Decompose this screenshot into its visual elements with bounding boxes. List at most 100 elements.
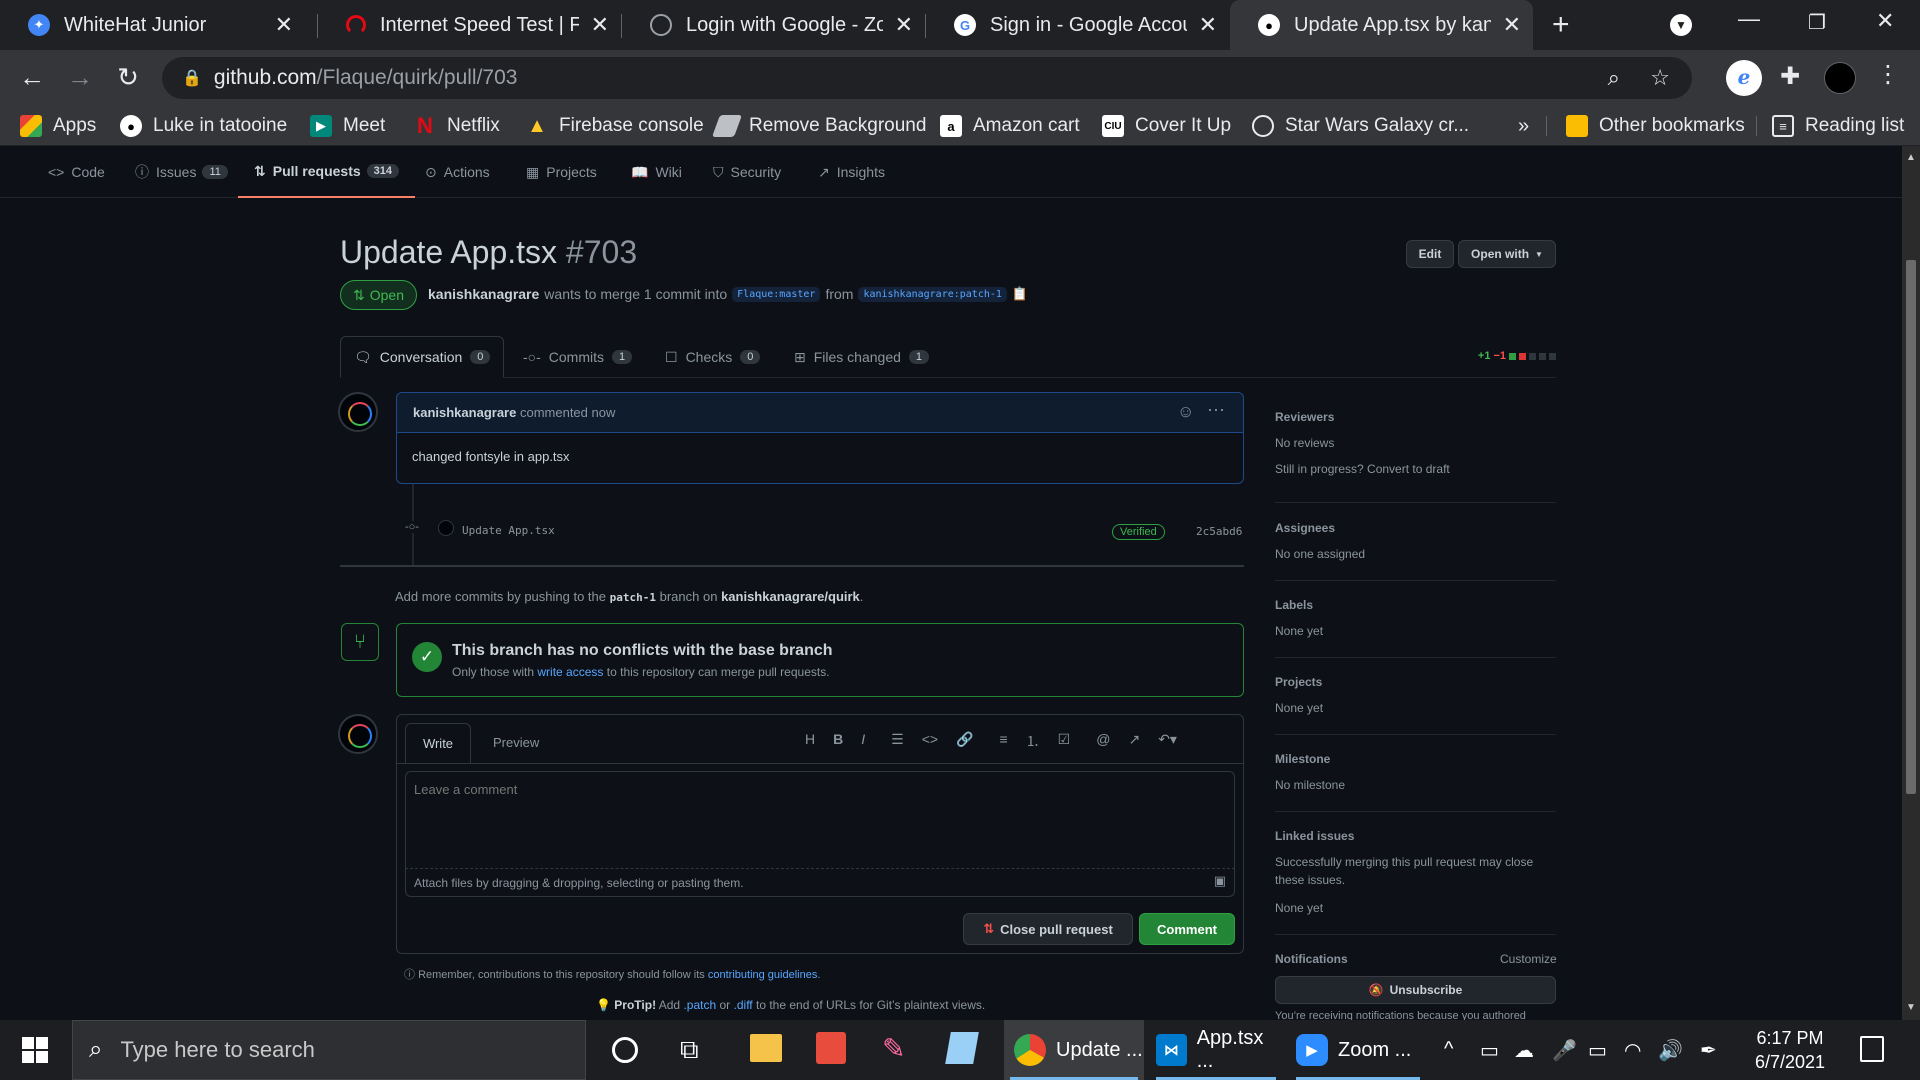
patch-link[interactable]: .patch [683,998,716,1012]
close-tab-icon[interactable]: ✕ [275,12,293,38]
linked-issues-heading[interactable]: Linked issues [1275,829,1354,843]
comment-options-icon[interactable]: ··· [1207,399,1225,420]
projects-heading[interactable]: Projects [1275,675,1322,689]
profile-avatar[interactable] [1824,62,1856,94]
close-pull-request-button[interactable]: ⇅ Close pull request [963,913,1133,945]
zoom-lens-icon[interactable]: ⌕ [1608,65,1620,91]
meet-now-icon[interactable]: ▭ [1480,1038,1499,1063]
bookmark-star-icon[interactable]: ☆ [1650,65,1670,91]
paint-icon[interactable]: ✎ [882,1032,905,1065]
browser-tab-fast[interactable]: Internet Speed Test | Fast.c ✕ [318,0,621,50]
wifi-icon[interactable]: ◠ [1624,1038,1641,1063]
more-bookmarks-chevron[interactable]: » [1518,113,1529,139]
assignees-heading[interactable]: Assignees [1275,521,1335,535]
commit-sha-link[interactable]: 2c5abd6 [1196,525,1242,538]
close-window-icon[interactable]: ✕ [1876,8,1894,34]
browser-tab-whitehat[interactable]: ✦ WhiteHat Junior ✕ [0,0,305,50]
battery-icon[interactable]: ▭ [1588,1038,1607,1063]
back-icon[interactable]: ← [16,62,48,93]
bookmark-cover-it-up[interactable]: CIU Cover It Up [1102,113,1231,139]
comment-author-link[interactable]: kanishkanagrare [413,405,516,420]
copy-clipboard-icon[interactable]: 📋 [1012,286,1028,302]
avatar[interactable] [338,714,378,754]
bookmark-amazon[interactable]: a Amazon cart [940,113,1080,139]
base-branch-ref[interactable]: Flaque:master [732,286,821,302]
address-bar[interactable]: 🔒 github.com/Flaque/quirk/pull/703 ⌕ ☆ [162,57,1692,99]
repo-link[interactable]: kanishkanagrare/quirk [721,589,860,604]
italic-icon[interactable]: I [861,731,865,751]
tab-search-icon[interactable]: ▼ [1670,14,1692,36]
link-icon[interactable]: 🔗 [956,731,973,751]
quote-icon[interactable]: ☰ [891,731,904,751]
tab-conversation[interactable]: 🗨 Conversation 0 [340,336,505,378]
taskbar-zoom[interactable]: ▶ Zoom ... [1290,1020,1426,1080]
comment-submit-button[interactable]: Comment [1139,913,1235,945]
write-tab[interactable]: Write [405,723,471,763]
taskbar-chrome[interactable]: Update ... [1004,1020,1144,1080]
tab-commits[interactable]: -○- Commits 1 [523,336,633,378]
reading-list[interactable]: ≡ Reading list [1772,113,1904,139]
bookmark-star-wars[interactable]: Star Wars Galaxy cr... [1252,113,1469,139]
taskbar-search-box[interactable]: ⌕ Type here to search [72,1020,586,1080]
onedrive-icon[interactable]: ☁ [1514,1038,1534,1063]
file-explorer-icon[interactable] [750,1034,782,1062]
customize-link[interactable]: Customize [1500,952,1557,966]
milestone-heading[interactable]: Milestone [1275,752,1330,766]
code-icon[interactable]: <> [922,731,938,751]
pen-icon[interactable]: ✒ [1700,1038,1717,1063]
pr-author-link[interactable]: kanishkanagrare [428,286,539,302]
repo-nav-actions[interactable]: ⊙ Actions [425,146,490,198]
tab-files-changed[interactable]: ⊞ Files changed 1 [794,336,930,378]
task-list-icon[interactable]: ☑ [1058,731,1071,751]
notification-center-icon[interactable] [1860,1036,1884,1062]
volume-icon[interactable]: 🔊 [1658,1038,1683,1063]
mention-icon[interactable]: @ [1096,731,1110,751]
heading-icon[interactable]: H [805,731,815,751]
tab-checks[interactable]: ☐ Checks 0 [665,336,761,378]
avatar[interactable] [338,392,378,432]
cross-reference-icon[interactable]: ↗ [1128,731,1140,751]
reload-icon[interactable]: ↻ [112,62,144,93]
preview-tab[interactable]: Preview [493,735,539,750]
repo-nav-insights[interactable]: ↗ Insights [818,146,885,198]
windows-start-icon[interactable] [22,1037,48,1063]
microsoft-store-icon[interactable] [816,1032,846,1064]
head-branch-ref[interactable]: kanishkanagrare:patch-1 [858,286,1007,302]
repo-nav-security[interactable]: ⛉ Security [713,146,781,198]
labels-heading[interactable]: Labels [1275,598,1313,612]
browser-tab-zoom-login[interactable]: Login with Google - Zoom ✕ [622,0,925,50]
bold-icon[interactable]: B [833,731,843,751]
extensions-puzzle-icon[interactable]: ✚ [1780,62,1800,91]
browser-tab-github-pr[interactable]: ● Update App.tsx by kanishk ✕ [1230,0,1533,50]
microphone-icon[interactable]: 🎤 [1552,1038,1577,1063]
cortana-icon[interactable] [612,1037,638,1063]
attach-files-bar[interactable]: Attach files by dragging & dropping, sel… [405,869,1235,897]
close-tab-icon[interactable]: ✕ [1199,12,1217,38]
repo-nav-issues[interactable]: ⓘ Issues 11 [135,146,228,198]
add-reaction-icon[interactable]: ☺ [1177,402,1194,422]
numbered-list-icon[interactable]: ⒈ [1026,731,1040,751]
scroll-up-icon[interactable]: ▲ [1906,152,1916,163]
page-scrollbar[interactable]: ▲ ▼ [1902,146,1920,1020]
comment-textarea[interactable] [405,771,1235,869]
notes-app-icon[interactable] [945,1032,979,1064]
tray-chevron-icon[interactable]: ^ [1444,1038,1453,1061]
bulleted-list-icon[interactable]: ≡ [1000,731,1008,751]
taskbar-vscode[interactable]: ⋈ App.tsx ... [1150,1020,1282,1080]
restore-icon[interactable]: ❐ [1808,10,1826,35]
bookmark-firebase[interactable]: ▲ Firebase console [526,113,704,139]
avatar[interactable] [438,520,454,536]
markdown-icon[interactable]: ▣ [1214,873,1226,889]
commit-message-link[interactable]: Update App.tsx [462,524,555,537]
close-tab-icon[interactable]: ✕ [895,12,913,38]
repo-nav-pull-requests[interactable]: ⇅ Pull requests 314 [238,146,416,198]
forward-icon[interactable]: → [64,62,96,93]
taskbar-clock[interactable]: 6:17 PM 6/7/2021 [1742,1026,1838,1074]
bookmark-meet[interactable]: ▶ Meet [310,113,385,139]
browser-menu-icon[interactable]: ⋮ [1876,60,1900,89]
repo-nav-projects[interactable]: ▦ Projects [526,146,597,198]
extension-e-icon[interactable]: ℯ [1726,60,1762,96]
scroll-down-icon[interactable]: ▼ [1906,1002,1916,1013]
repo-nav-code[interactable]: <> Code [48,146,105,198]
bookmark-remove-bg[interactable]: Remove Background [711,113,926,139]
